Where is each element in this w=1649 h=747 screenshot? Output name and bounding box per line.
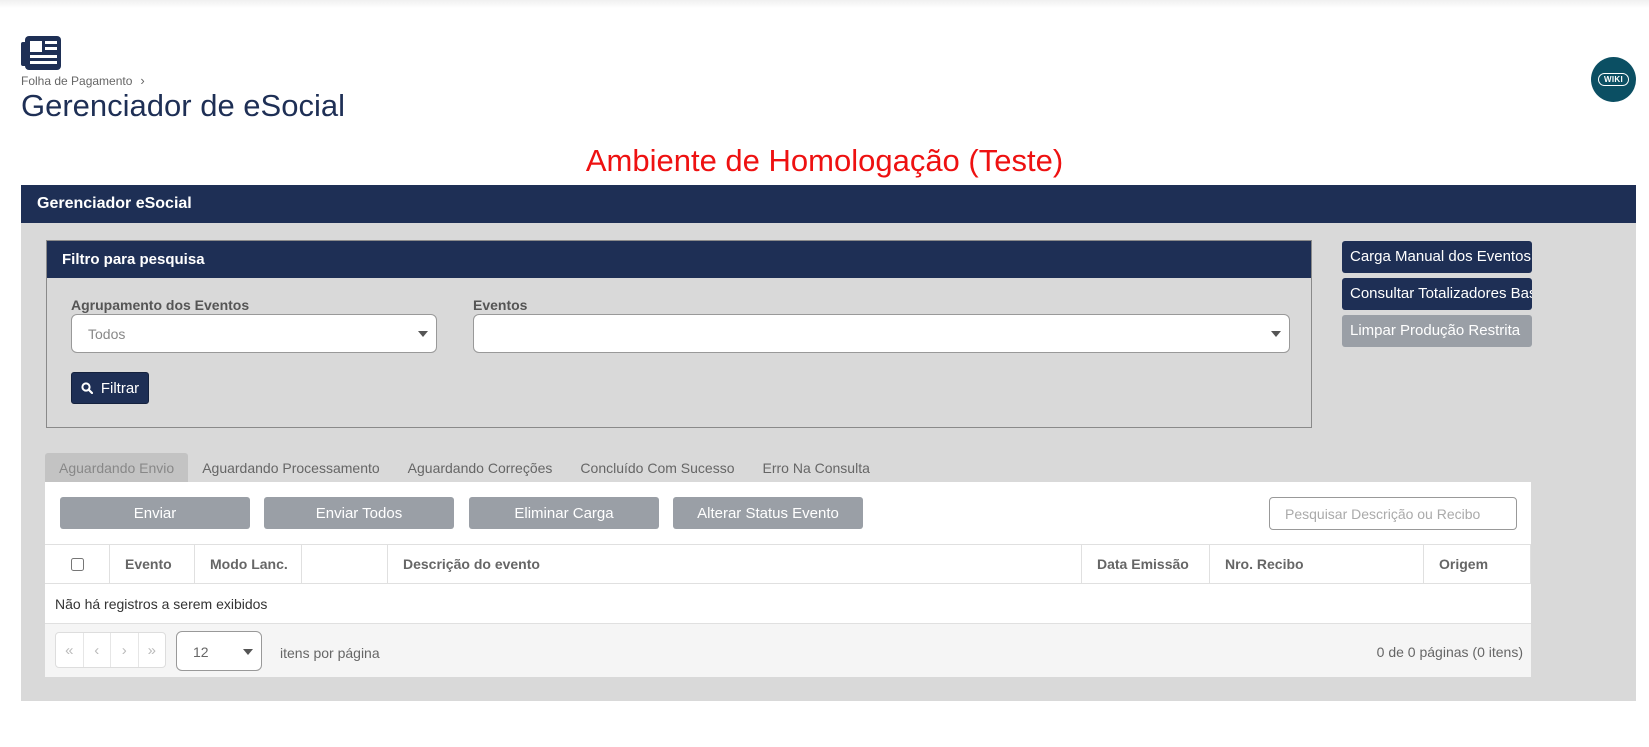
select-all-checkbox[interactable]: [70, 557, 84, 571]
clear-restricted-button[interactable]: Limpar Produção Restrita: [1342, 315, 1532, 347]
events-label: Eventos: [473, 297, 528, 313]
environment-banner: Ambiente de Homologação (Teste): [585, 143, 1064, 178]
breadcrumb-item-folha[interactable]: Folha de Pagamento: [21, 74, 132, 88]
group-select[interactable]: Todos: [71, 314, 437, 353]
first-page-icon[interactable]: «: [56, 633, 84, 667]
tab-erro-na-consulta[interactable]: Erro Na Consulta: [749, 453, 884, 482]
events-select[interactable]: [473, 314, 1290, 353]
chevron-right-icon: ›: [140, 73, 145, 88]
column-header-blank: [302, 545, 388, 583]
panel-body: Filtro para pesquisa Agrupamento dos Eve…: [21, 223, 1636, 701]
last-page-icon[interactable]: »: [139, 633, 166, 667]
filter-button[interactable]: Filtrar: [71, 372, 149, 404]
send-all-button[interactable]: Enviar Todos: [264, 497, 454, 529]
chevron-down-icon: [1271, 331, 1281, 337]
breadcrumb: Folha de Pagamento ›: [21, 73, 145, 88]
change-status-button[interactable]: Alterar Status Evento: [673, 497, 863, 529]
page-size-select[interactable]: 12: [176, 631, 262, 671]
chevron-down-icon: [243, 649, 253, 655]
wiki-button[interactable]: WIKI: [1591, 57, 1636, 102]
select-all-cell: [45, 545, 110, 583]
pager-info: 0 de 0 páginas (0 itens): [1376, 644, 1523, 660]
filter-panel: Filtro para pesquisa Agrupamento dos Eve…: [46, 240, 1312, 428]
totalizers-button[interactable]: Consultar Totalizadores Base: [1342, 278, 1532, 310]
search-input[interactable]: [1269, 497, 1517, 530]
filter-title: Filtro para pesquisa: [47, 241, 1311, 278]
grid-header: Evento Modo Lanc. Descrição do evento Da…: [45, 544, 1531, 584]
column-header-origem[interactable]: Origem: [1424, 545, 1531, 583]
status-tabs: Aguardando Envio Aguardando Processament…: [45, 453, 884, 482]
column-header-nro-recibo[interactable]: Nro. Recibo: [1210, 545, 1424, 583]
group-label: Agrupamento dos Eventos: [71, 297, 250, 313]
group-select-value: Todos: [88, 326, 126, 342]
column-header-modo-lanc[interactable]: Modo Lanc.: [195, 545, 302, 583]
tab-aguardando-processamento[interactable]: Aguardando Processamento: [188, 453, 393, 482]
filter-button-label: Filtrar: [100, 379, 140, 397]
search-icon: [81, 382, 93, 394]
prev-page-icon[interactable]: ‹: [84, 633, 111, 667]
pager: « ‹ › » 12 itens por página 0 de 0 págin…: [45, 624, 1531, 677]
newspaper-icon: [21, 36, 61, 70]
page-size-value: 12: [193, 644, 209, 660]
next-page-icon[interactable]: ›: [111, 633, 139, 667]
tab-content: Enviar Enviar Todos Eliminar Carga Alter…: [45, 482, 1531, 677]
delete-load-button[interactable]: Eliminar Carga: [469, 497, 659, 529]
tab-concluido-com-sucesso[interactable]: Concluído Com Sucesso: [566, 453, 748, 482]
tab-aguardando-envio[interactable]: Aguardando Envio: [45, 453, 189, 482]
pager-nav: « ‹ › »: [55, 632, 166, 668]
top-shadow: [0, 0, 1649, 8]
tab-aguardando-correcoes[interactable]: Aguardando Correções: [394, 453, 567, 482]
page-title: Gerenciador de eSocial: [21, 88, 345, 123]
empty-message: Não há registros a serem exibidos: [45, 584, 1531, 624]
chevron-down-icon: [418, 331, 428, 337]
per-page-label: itens por página: [280, 645, 380, 661]
column-header-descricao[interactable]: Descrição do evento: [388, 545, 1082, 583]
column-header-data-emissao[interactable]: Data Emissão: [1082, 545, 1210, 583]
manual-load-button[interactable]: Carga Manual dos Eventos: [1342, 241, 1532, 273]
send-button[interactable]: Enviar: [60, 497, 250, 529]
panel-header: Gerenciador eSocial: [21, 185, 1636, 223]
column-header-evento[interactable]: Evento: [110, 545, 195, 583]
wiki-label: WIKI: [1598, 73, 1629, 86]
